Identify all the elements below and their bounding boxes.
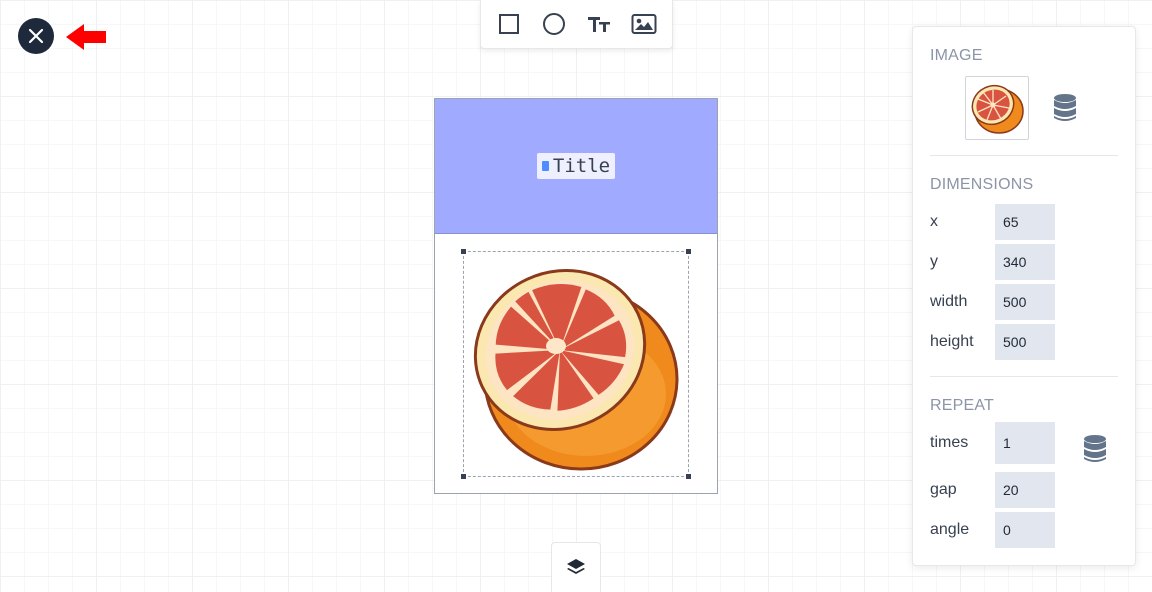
repeat-section-title: REPEAT xyxy=(930,397,995,414)
times-input[interactable] xyxy=(995,422,1055,464)
resize-handle-top-right[interactable] xyxy=(686,249,691,254)
circle-icon xyxy=(543,13,566,35)
layers-icon xyxy=(567,558,585,574)
layers-button[interactable] xyxy=(551,542,601,592)
image-section-title: IMAGE xyxy=(930,47,983,64)
angle-input[interactable] xyxy=(995,512,1055,548)
image-tool-button[interactable] xyxy=(628,8,660,40)
angle-field-row: angle xyxy=(930,512,1120,548)
width-input[interactable] xyxy=(995,284,1055,320)
times-label: times xyxy=(930,434,969,451)
y-field-row: y xyxy=(930,244,1120,280)
image-thumbnail[interactable] xyxy=(965,76,1029,140)
x-field-row: x xyxy=(930,204,1120,240)
orange-thumbnail-icon xyxy=(971,84,1024,134)
design-canvas[interactable]: Title xyxy=(434,98,718,494)
image-icon xyxy=(631,14,657,34)
x-input[interactable] xyxy=(995,204,1055,240)
circle-tool-button[interactable] xyxy=(538,8,570,40)
close-button[interactable] xyxy=(18,18,54,54)
header-rectangle[interactable]: Title xyxy=(435,99,717,234)
red-arrow-icon xyxy=(66,24,106,50)
text-tool-button[interactable] xyxy=(583,8,615,40)
height-field-row: height xyxy=(930,324,1120,360)
dimensions-section: DIMENSIONS x y width height xyxy=(930,156,1118,377)
close-icon xyxy=(28,28,44,44)
angle-label: angle xyxy=(930,521,970,538)
gap-label: gap xyxy=(930,481,957,498)
blood-orange-image xyxy=(473,269,679,471)
x-label: x xyxy=(930,213,938,230)
resize-handle-bottom-right[interactable] xyxy=(686,474,691,479)
database-icon[interactable] xyxy=(1052,93,1078,123)
title-text-element[interactable]: Title xyxy=(536,153,616,179)
repeat-database-icon[interactable] xyxy=(1082,434,1108,464)
height-label: height xyxy=(930,333,974,350)
gap-field-row: gap xyxy=(930,472,1120,508)
y-input[interactable] xyxy=(995,244,1055,280)
width-label: width xyxy=(930,293,968,310)
gap-input[interactable] xyxy=(995,472,1055,508)
image-section: IMAGE xyxy=(930,27,1118,156)
selected-image-element[interactable] xyxy=(461,249,691,479)
square-icon xyxy=(499,14,520,34)
text-size-icon xyxy=(587,17,610,32)
repeat-section: REPEAT times gap angle xyxy=(930,377,1120,565)
height-input[interactable] xyxy=(995,324,1055,360)
properties-panel: IMAGE DIMENSIONS x 65 y 340 width 500 he… xyxy=(912,26,1136,566)
width-field-row: width xyxy=(930,284,1120,320)
resize-handle-bottom-left[interactable] xyxy=(461,474,466,479)
shape-toolbar xyxy=(480,0,673,49)
y-label: y xyxy=(930,253,938,270)
data-source-icon xyxy=(541,161,549,171)
title-text: Title xyxy=(552,155,611,177)
rectangle-tool-button[interactable] xyxy=(493,8,525,40)
dimensions-section-title: DIMENSIONS xyxy=(930,176,1034,193)
